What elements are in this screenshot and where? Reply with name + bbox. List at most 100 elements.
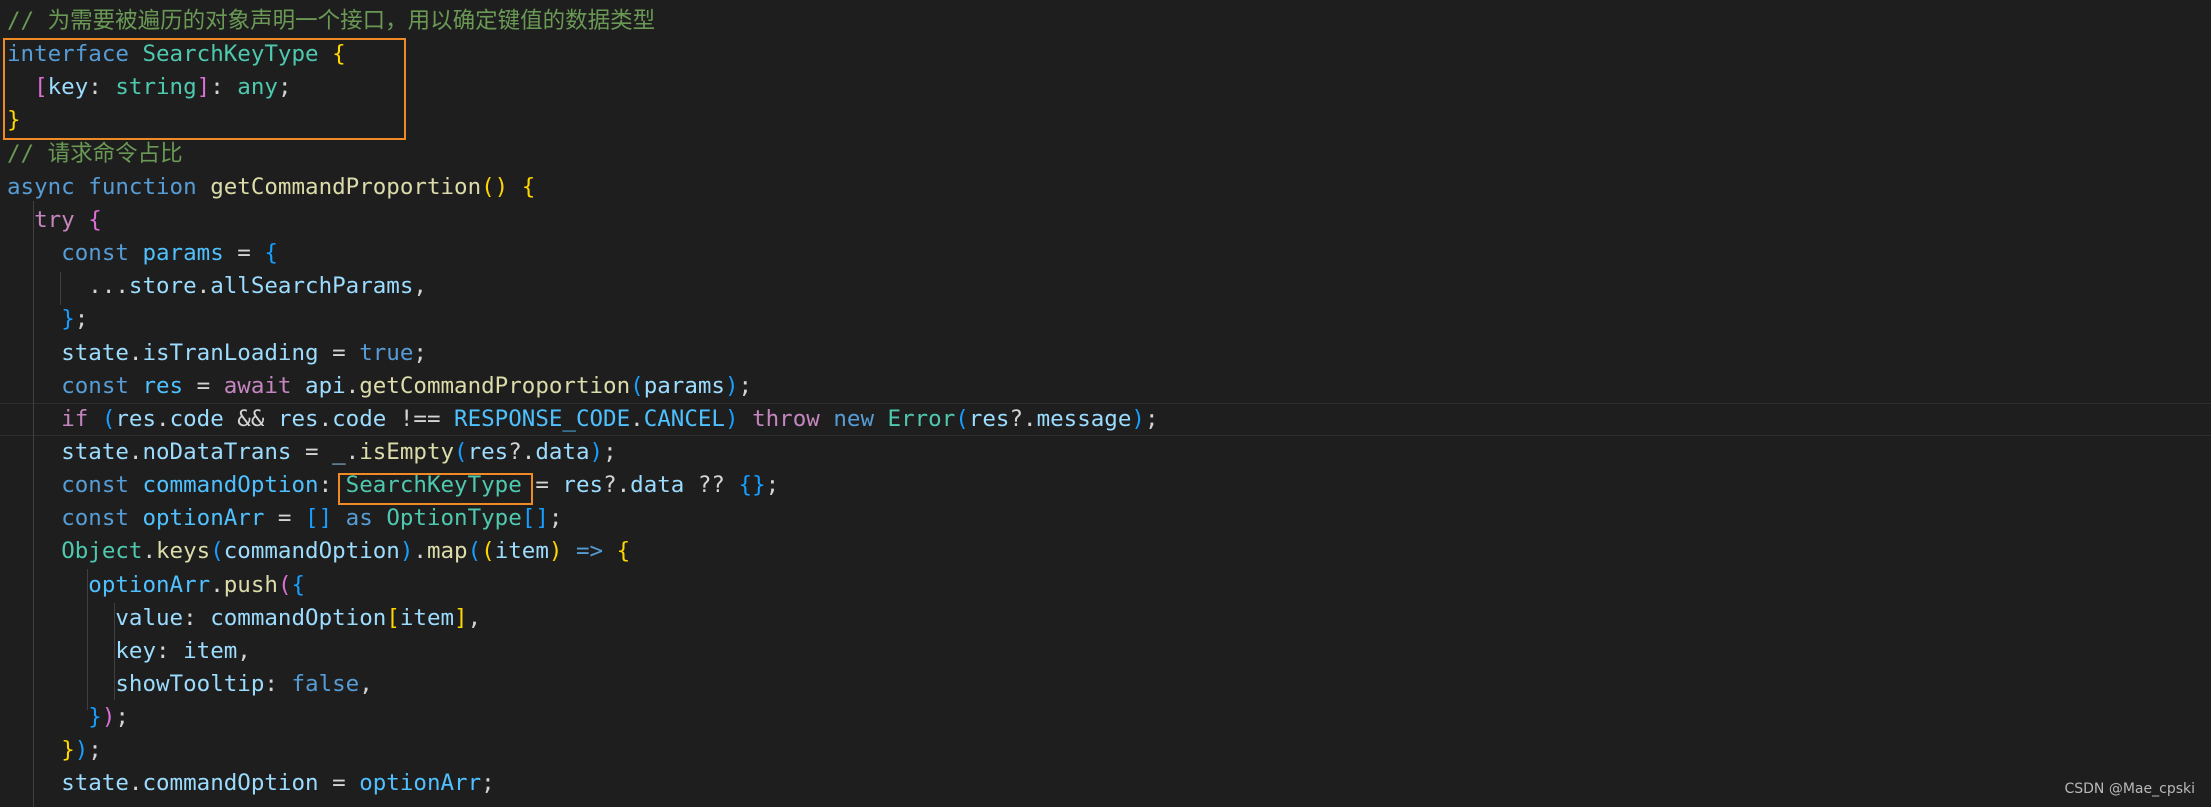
code-token: ( <box>481 538 495 565</box>
code-token: allSearchParams <box>210 273 414 300</box>
code-token: ; <box>765 472 780 499</box>
code-token: { <box>521 173 536 200</box>
code-token: ( <box>467 538 482 565</box>
interface-highlight-box <box>3 38 406 140</box>
code-token: _ <box>332 438 346 465</box>
code-token: . <box>128 770 143 797</box>
code-token: ] <box>454 604 468 631</box>
code-token: CANCEL <box>643 405 725 432</box>
code-token: ; <box>603 438 617 465</box>
code-token: : <box>264 671 292 697</box>
code-token: noDataTrans <box>142 438 292 465</box>
code-token: item <box>399 604 455 631</box>
code-line: async function getCommandProportion() { <box>7 171 535 204</box>
code-token: , <box>359 671 373 697</box>
code-line: state.commandOption = optionArr; <box>7 767 495 800</box>
code-token: // 为需要被遍历的对象声明一个接口，用以确定键值的数据类型 <box>7 8 656 34</box>
code-token: { <box>616 538 631 565</box>
code-token: . <box>413 538 427 565</box>
code-token: Error <box>887 405 956 432</box>
code-line: // 为需要被遍历的对象声明一个接口，用以确定键值的数据类型 <box>7 5 655 38</box>
code-token: . <box>345 372 360 399</box>
code-token: ( <box>454 438 468 465</box>
code-token: params <box>643 372 725 399</box>
code-token: res <box>142 372 184 399</box>
code-token: ; <box>481 770 495 797</box>
code-line: state.isTranLoading = true; <box>7 337 427 370</box>
code-token: ) <box>1131 405 1145 432</box>
code-token: Object <box>61 538 143 565</box>
code-token: . <box>128 339 143 366</box>
code-token: => <box>575 538 604 565</box>
code-token: = <box>291 438 333 465</box>
code-token: = <box>183 372 224 399</box>
code-token: optionArr <box>88 571 211 598</box>
code-token: ?. <box>603 472 631 499</box>
code-token: { <box>264 240 278 267</box>
code-token: async <box>7 173 75 200</box>
code-token: message <box>1036 405 1132 432</box>
code-line: const res = await api.getCommandProporti… <box>7 370 752 403</box>
code-token: commandOption <box>223 538 400 565</box>
code-token: optionArr <box>142 505 265 532</box>
code-token: [ <box>386 604 400 631</box>
code-token: res <box>968 405 1010 432</box>
code-token: commandOption <box>142 770 319 797</box>
code-token: res <box>562 472 604 499</box>
code-line: }; <box>7 303 88 336</box>
code-token: getCommandProportion <box>359 372 631 399</box>
code-editor[interactable]: // 为需要被遍历的对象声明一个接口，用以确定键值的数据类型 interface … <box>0 0 2211 807</box>
code-token: commandOption <box>210 604 387 631</box>
code-token: ; <box>74 306 89 333</box>
code-token: . <box>630 405 644 432</box>
code-token: ; <box>548 505 563 532</box>
code-line: const params = { <box>7 237 278 270</box>
code-token: item <box>494 538 549 565</box>
code-token: state <box>61 339 129 366</box>
code-token: = <box>223 240 265 267</box>
code-token: : <box>156 637 184 664</box>
code-token: // 请求命令占比 <box>7 140 183 167</box>
code-token: . <box>128 438 143 465</box>
code-line: showTooltip: false, <box>7 668 373 701</box>
code-token: [] <box>305 505 333 532</box>
code-token: : <box>183 604 211 631</box>
code-token: ) <box>589 438 604 465</box>
code-token: ) <box>399 538 414 565</box>
code-token: , <box>413 273 427 300</box>
code-token: false <box>291 671 360 697</box>
code-token: const <box>61 472 129 499</box>
code-token: res <box>277 405 319 432</box>
code-line: Object.keys(commandOption).map((item) =>… <box>7 535 630 568</box>
code-token: data <box>630 472 685 499</box>
code-token: ) <box>724 372 739 399</box>
code-token: . <box>210 571 224 598</box>
code-token: } <box>88 704 102 731</box>
code-token: res <box>115 405 157 432</box>
code-token: ?. <box>508 438 536 465</box>
code-token: ?. <box>1009 405 1037 432</box>
code-token: ; <box>115 704 129 731</box>
code-token: !== <box>386 405 455 432</box>
code-token: OptionType <box>386 505 522 532</box>
